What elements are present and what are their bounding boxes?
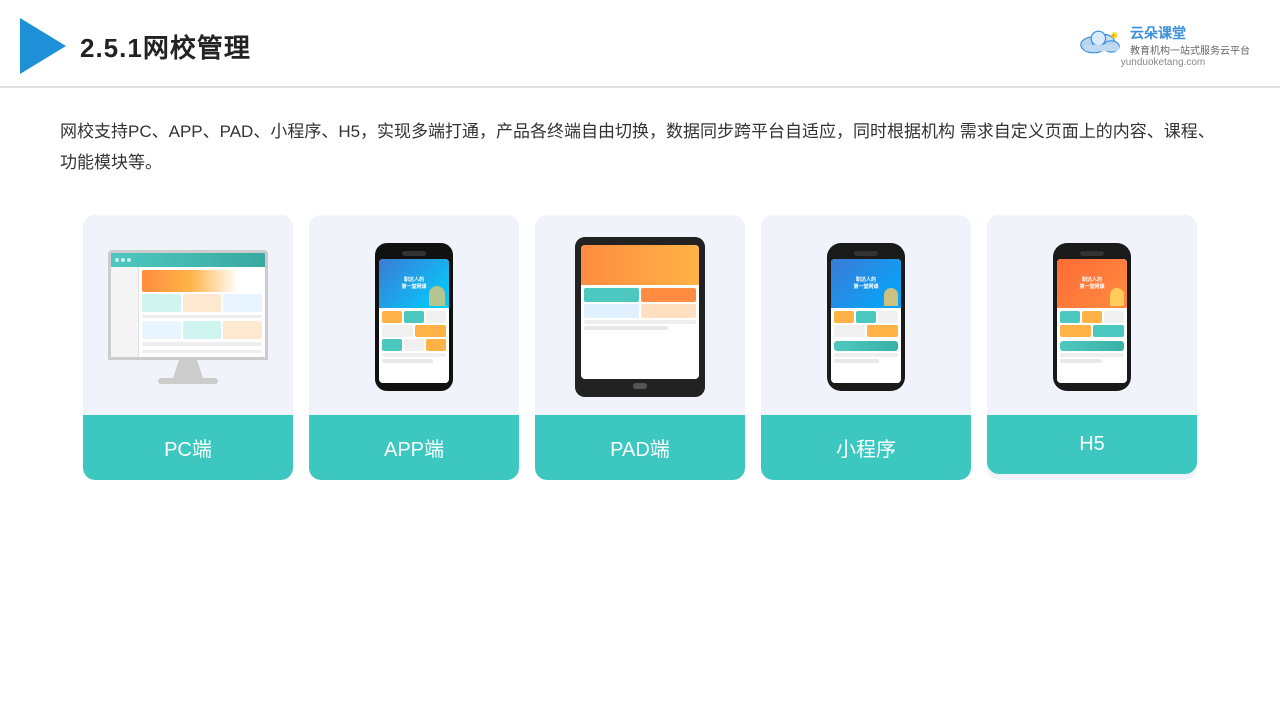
pc-label: PC端 bbox=[83, 415, 293, 480]
brand-logo: ✦ 云朵课堂 教育机构一站式服务云平台 bbox=[1076, 24, 1250, 58]
pad-image-area bbox=[535, 215, 745, 415]
phone-mockup-h5: 职达人的第一堂网课 bbox=[1053, 243, 1131, 391]
brand-url: yunduoketang.com bbox=[1121, 57, 1206, 68]
header-left: 2.5.1网校管理 bbox=[20, 18, 251, 74]
h5-banner: 职达人的第一堂网课 bbox=[1079, 277, 1104, 291]
pad-card: PAD端 bbox=[535, 215, 745, 480]
page-title: 2.5.1网校管理 bbox=[80, 28, 251, 65]
header: 2.5.1网校管理 ✦ 云朵课堂 教育机构一站式服务云平台 yunduoke bbox=[0, 0, 1280, 88]
h5-image-area: 职达人的第一堂网课 bbox=[987, 215, 1197, 415]
phone-body-app: 职达人的第一堂网课 bbox=[375, 243, 453, 391]
tablet-home-button bbox=[633, 383, 647, 389]
miniprogram-label: 小程序 bbox=[761, 415, 971, 480]
brand-info: 云朵课堂 教育机构一站式服务云平台 bbox=[1130, 24, 1250, 58]
tablet-screen bbox=[581, 245, 699, 379]
app-card: 职达人的第一堂网课 bbox=[309, 215, 519, 480]
h5-label: H5 bbox=[987, 415, 1197, 474]
phone-body-mini: 职达人的第一堂网课 bbox=[827, 243, 905, 391]
main-content: 网校支持PC、APP、PAD、小程序、H5，实现多端打通，产品各终端自由切换，数… bbox=[0, 88, 1280, 500]
logo-triangle-icon bbox=[20, 18, 66, 74]
monitor-mockup bbox=[108, 250, 268, 384]
miniprogram-image-area: 职达人的第一堂网课 bbox=[761, 215, 971, 415]
phone-body-h5: 职达人的第一堂网课 bbox=[1053, 243, 1131, 391]
description-text: 网校支持PC、APP、PAD、小程序、H5，实现多端打通，产品各终端自由切换，数… bbox=[60, 116, 1220, 179]
tablet-mockup bbox=[575, 237, 705, 397]
phone-screen-app: 职达人的第一堂网课 bbox=[379, 259, 449, 383]
phone-mockup-app: 职达人的第一堂网课 bbox=[375, 243, 453, 391]
pc-image-area bbox=[83, 215, 293, 415]
monitor-screen bbox=[108, 250, 268, 360]
phone-notch-mini bbox=[854, 251, 878, 256]
brand-logo-area: ✦ 云朵课堂 教育机构一站式服务云平台 yunduoketang.com bbox=[1076, 24, 1250, 69]
brand-name: 云朵课堂 bbox=[1130, 24, 1250, 43]
pad-label: PAD端 bbox=[535, 415, 745, 480]
cloud-icon: ✦ bbox=[1076, 24, 1124, 56]
svg-text:✦: ✦ bbox=[1111, 33, 1116, 40]
phone-screen-h5: 职达人的第一堂网课 bbox=[1057, 259, 1127, 383]
app-label: APP端 bbox=[309, 415, 519, 480]
phone-mockup-mini: 职达人的第一堂网课 bbox=[827, 243, 905, 391]
platform-cards-container: PC端 职达人的第一堂网课 bbox=[60, 215, 1220, 480]
phone-notch-h5 bbox=[1080, 251, 1104, 256]
h5-card: 职达人的第一堂网课 bbox=[987, 215, 1197, 480]
mini-banner: 职达人的第一堂网课 bbox=[853, 277, 878, 291]
app-image-area: 职达人的第一堂网课 bbox=[309, 215, 519, 415]
tablet-body bbox=[575, 237, 705, 397]
app-banner: 职达人的第一堂网课 bbox=[401, 277, 426, 291]
brand-slogan: 教育机构一站式服务云平台 bbox=[1130, 42, 1250, 57]
miniprogram-card: 职达人的第一堂网课 bbox=[761, 215, 971, 480]
phone-notch bbox=[402, 251, 426, 256]
pc-card: PC端 bbox=[83, 215, 293, 480]
phone-screen-mini: 职达人的第一堂网课 bbox=[831, 259, 901, 383]
